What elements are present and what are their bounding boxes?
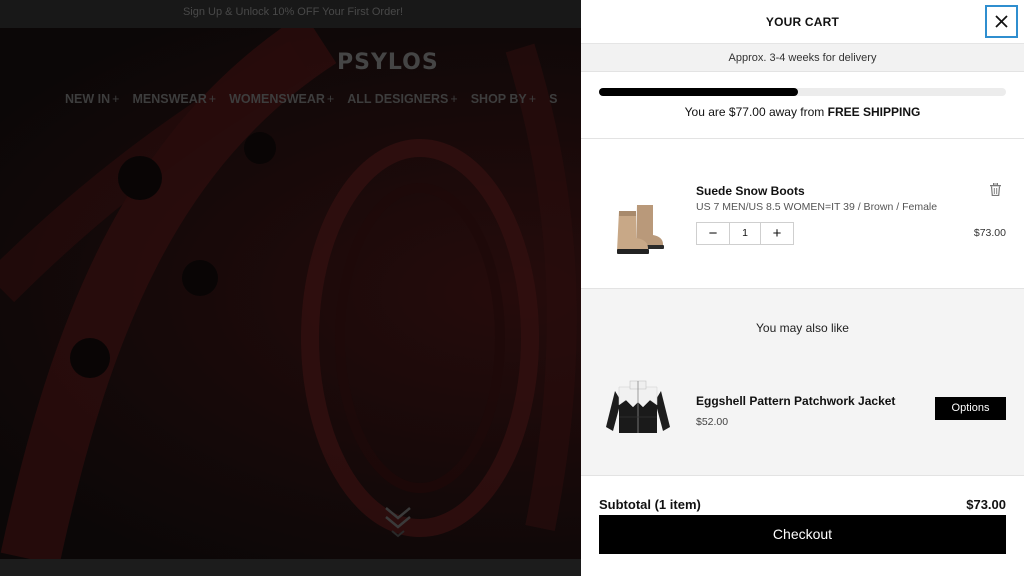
progress-fill	[599, 88, 799, 96]
subtotal-label: Subtotal (1 item)	[599, 497, 701, 512]
upsell-section: You may also like Eggshell Pattern Patch…	[581, 289, 1024, 476]
subtotal-value: $73.00	[966, 497, 1006, 512]
close-icon	[995, 15, 1008, 28]
close-button[interactable]	[985, 5, 1018, 38]
free-shipping-label: FREE SHIPPING	[827, 105, 921, 119]
product-name[interactable]: Suede Snow Boots	[696, 184, 805, 198]
cart-header: YOUR CART	[581, 0, 1024, 44]
remove-item-button[interactable]	[990, 182, 1001, 201]
upsell-product-price: $52.00	[696, 416, 729, 428]
trash-icon	[990, 182, 1001, 197]
shipping-message-text: You are $77.00 away from	[684, 105, 825, 119]
free-shipping-progress: You are $77.00 away from FREE SHIPPING	[581, 72, 1024, 139]
quantity-value[interactable]: 1	[729, 223, 761, 244]
upsell-product-name[interactable]: Eggshell Pattern Patchwork Jacket	[696, 394, 895, 408]
increase-quantity-button[interactable]: +	[761, 223, 793, 244]
checkout-button[interactable]: Checkout	[599, 515, 1006, 554]
drawer-overlay[interactable]	[0, 0, 581, 576]
cart-footer: Subtotal (1 item) $73.00 Checkout	[581, 476, 1024, 575]
decrease-quantity-button[interactable]: −	[697, 223, 729, 244]
shipping-message: You are $77.00 away from FREE SHIPPING	[581, 105, 1024, 119]
cart-title: YOUR CART	[765, 15, 840, 29]
cart-line-item: Suede Snow Boots US 7 MEN/US 8.5 WOMEN=I…	[581, 139, 1024, 289]
product-image-boots[interactable]	[603, 197, 673, 257]
options-button[interactable]: Options	[935, 397, 1006, 420]
upsell-title: You may also like	[756, 321, 849, 335]
progress-track	[599, 88, 1006, 96]
product-image-jacket[interactable]	[603, 377, 673, 439]
quantity-stepper: − 1 +	[696, 222, 794, 245]
line-item-price: $73.00	[973, 227, 1006, 239]
delivery-note: Approx. 3-4 weeks for delivery	[581, 44, 1024, 72]
cart-drawer: YOUR CART Approx. 3-4 weeks for delivery…	[581, 0, 1024, 576]
product-variant: US 7 MEN/US 8.5 WOMEN=IT 39 / Brown / Fe…	[696, 201, 938, 213]
